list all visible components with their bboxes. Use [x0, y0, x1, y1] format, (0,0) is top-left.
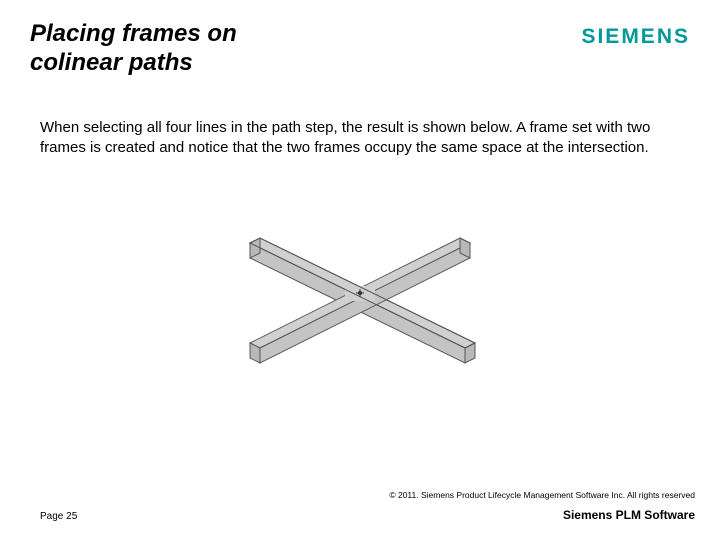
siemens-logo: SIEMENS: [581, 25, 690, 49]
body-paragraph: When selecting all four lines in the pat…: [0, 78, 720, 159]
footer-row: Page 25 Siemens PLM Software: [40, 508, 695, 522]
slide-header: Placing frames on colinear paths SIEMENS: [0, 0, 720, 78]
copyright-text: © 2011. Siemens Product Lifecycle Manage…: [40, 490, 695, 500]
crossed-beams-figure: [0, 208, 720, 378]
slide-footer: © 2011. Siemens Product Lifecycle Manage…: [0, 490, 720, 522]
slide-title: Placing frames on colinear paths: [30, 20, 330, 78]
page-number: Page 25: [40, 511, 77, 522]
crossed-beams-icon: [205, 208, 515, 378]
brand-text: Siemens PLM Software: [563, 508, 695, 522]
